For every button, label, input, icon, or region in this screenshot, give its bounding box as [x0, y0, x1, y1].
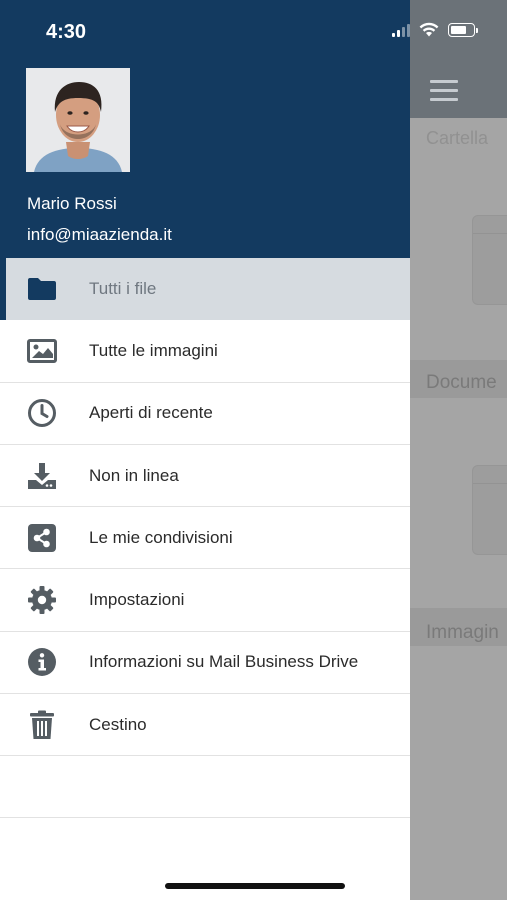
- hamburger-menu-icon[interactable]: [430, 80, 458, 102]
- user-name: Mario Rossi: [27, 194, 117, 213]
- background-section-label: Cartella: [426, 128, 489, 148]
- menu-item-label: Tutte le immagini: [89, 340, 218, 360]
- menu-item-label: Aperti di recente: [89, 403, 213, 423]
- navigation-drawer: Mario Rossi info@miaazienda.it Tutti i f…: [0, 0, 410, 900]
- clock-icon: [26, 397, 58, 429]
- menu-item-all-files[interactable]: Tutti i file: [0, 258, 410, 321]
- share-icon: [26, 522, 58, 554]
- user-email: info@miaazienda.it: [27, 225, 172, 244]
- menu-empty-row: [0, 756, 410, 819]
- menu-item-recent[interactable]: Aperti di recente: [0, 383, 410, 445]
- battery-icon: [448, 22, 478, 37]
- background-file-card: [472, 215, 507, 305]
- menu-item-shares[interactable]: Le mie condivisioni: [0, 507, 410, 570]
- info-icon: [26, 646, 58, 678]
- status-time: 4:30: [46, 21, 87, 43]
- signal-icon: [392, 23, 410, 37]
- menu-item-label: Informazioni su Mail Business Drive: [89, 652, 359, 672]
- status-icons: [392, 22, 478, 37]
- menu-item-label: Non in linea: [89, 465, 179, 485]
- menu-item-label: Cestino: [89, 714, 147, 734]
- wifi-icon: [419, 22, 439, 37]
- background-section-label: Docume: [426, 372, 497, 393]
- gear-icon: [26, 584, 58, 616]
- status-bar: 4:30: [0, 0, 507, 60]
- home-indicator: [165, 883, 345, 889]
- background-section-label: Immagin: [426, 622, 499, 643]
- avatar[interactable]: [26, 68, 130, 172]
- drawer-menu: Tutti i file Tutte le immagini Aperti di…: [0, 258, 410, 819]
- menu-item-label: Le mie condivisioni: [89, 527, 233, 547]
- menu-item-label: Tutti i file: [89, 279, 157, 299]
- trash-icon: [26, 709, 58, 741]
- menu-item-trash[interactable]: Cestino: [0, 694, 410, 757]
- image-icon: [26, 335, 58, 367]
- menu-item-label: Impostazioni: [89, 590, 185, 610]
- download-icon: [26, 460, 58, 492]
- background-file-card: [472, 465, 507, 555]
- menu-item-all-images[interactable]: Tutte le immagini: [0, 320, 410, 383]
- menu-item-info[interactable]: Informazioni su Mail Business Drive: [0, 632, 410, 695]
- menu-item-settings[interactable]: Impostazioni: [0, 569, 410, 632]
- folder-icon: [26, 273, 58, 305]
- menu-item-offline[interactable]: Non in linea: [0, 445, 410, 508]
- avatar-photo: [26, 68, 130, 172]
